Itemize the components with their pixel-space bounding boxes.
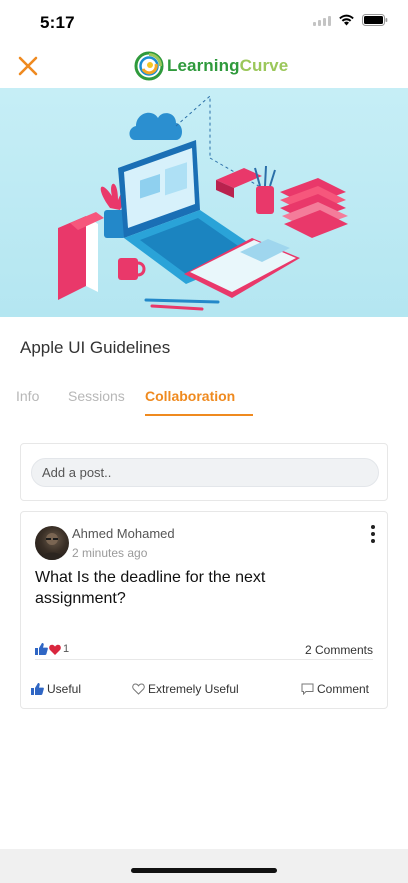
status-time: 5:17: [40, 13, 75, 32]
useful-label: Useful: [47, 682, 82, 696]
status-bar: 5:17: [0, 0, 408, 44]
post-divider: [35, 659, 373, 660]
bottom-safe-area: [0, 849, 408, 883]
heart-icon: [49, 644, 61, 655]
brand-name: LearningCurve: [167, 56, 288, 76]
extremely-useful-button[interactable]: Extremely Useful: [132, 682, 239, 696]
course-hero-image: [0, 88, 408, 317]
cellular-signal-icon: [313, 15, 331, 26]
learningcurve-logo-icon: [134, 51, 164, 81]
comments-count-link[interactable]: 2 Comments: [305, 643, 373, 657]
add-post-input[interactable]: Add a post..: [31, 458, 379, 487]
comment-button[interactable]: Comment: [301, 682, 369, 696]
home-indicator[interactable]: [131, 868, 277, 873]
study-illustration-icon: [58, 94, 348, 311]
close-icon: [18, 56, 38, 76]
battery-icon: [362, 14, 388, 26]
tab-collaboration[interactable]: Collaboration: [145, 388, 235, 404]
close-button[interactable]: [16, 54, 40, 78]
useful-button[interactable]: Useful: [31, 682, 81, 696]
wifi-icon: [338, 14, 355, 26]
nav-bar: LearningCurve: [0, 44, 408, 88]
reaction-count: 1: [63, 643, 70, 655]
brand-logo: LearningCurve: [134, 50, 288, 82]
extremely-useful-label: Extremely Useful: [148, 682, 239, 696]
tab-bar: Info Sessions Collaboration: [0, 388, 408, 420]
post-card: Ahmed Mohamed 2 minutes ago What Is the …: [20, 511, 388, 709]
course-title: Apple UI Guidelines: [20, 338, 171, 357]
tab-info[interactable]: Info: [16, 388, 39, 404]
more-dots-icon: [371, 525, 375, 529]
comment-icon: [301, 683, 314, 695]
status-icons: [313, 14, 388, 26]
brand-name-part2: Curve: [239, 56, 289, 75]
tab-sessions[interactable]: Sessions: [68, 388, 125, 404]
heart-outline-icon: [132, 683, 145, 695]
post-author-name[interactable]: Ahmed Mohamed: [72, 526, 175, 541]
thumbs-up-icon: [31, 683, 44, 695]
user-photo-icon: [40, 533, 64, 560]
thumbs-up-icon: [35, 643, 48, 655]
comment-label: Comment: [317, 682, 370, 696]
avatar[interactable]: [35, 526, 69, 560]
post-timestamp: 2 minutes ago: [72, 546, 148, 560]
reaction-summary[interactable]: 1: [35, 643, 69, 655]
brand-name-part1: Learning: [167, 56, 240, 75]
add-post-card: Add a post..: [20, 443, 388, 501]
more-options-button[interactable]: [369, 525, 377, 543]
active-tab-indicator: [145, 414, 253, 416]
post-body: What Is the deadline for the next assign…: [35, 569, 266, 607]
